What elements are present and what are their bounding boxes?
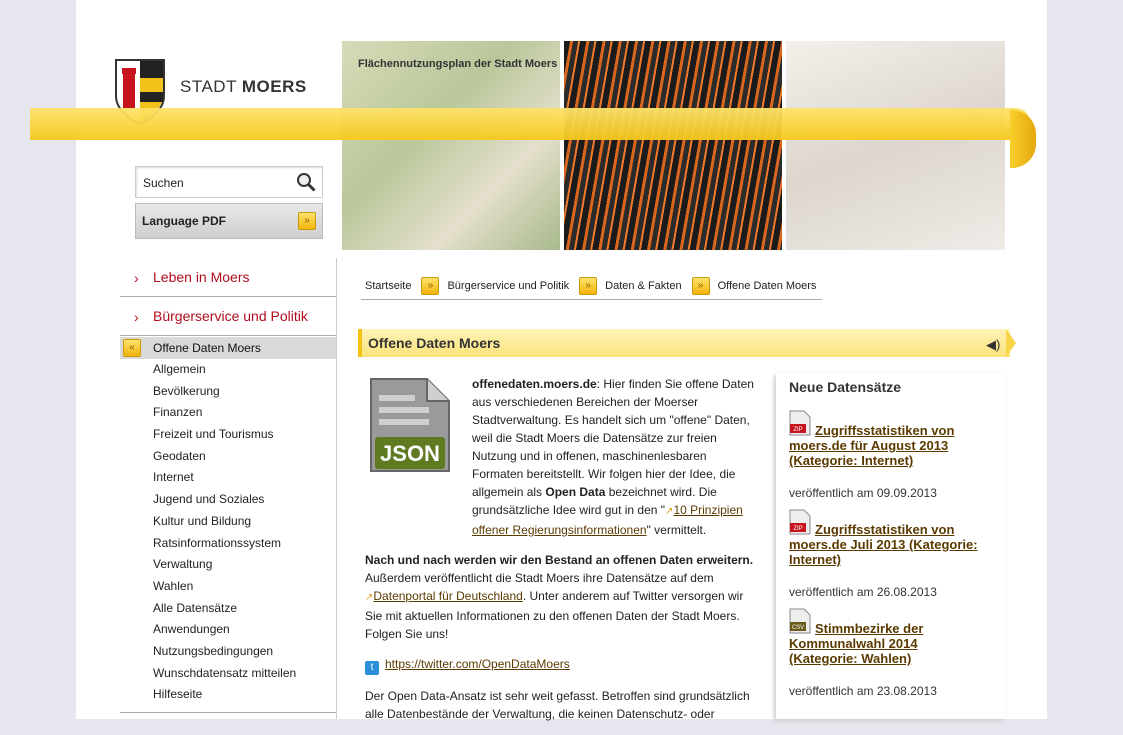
nav-divider <box>336 258 337 719</box>
intro-paragraph: offenedaten.moers.de: Hier finden Sie of… <box>365 375 755 539</box>
chevron-down-icon[interactable]: » <box>298 212 316 230</box>
land-use-map-image <box>342 41 560 250</box>
breadcrumb: Startseite » Bürgerservice und Politik »… <box>361 276 823 300</box>
paragraph-3: Der Open Data-Ansatz ist sehr weit gefas… <box>365 689 750 721</box>
dataset-title-link[interactable]: Zugriffsstatistiken von moers.de Juli 20… <box>789 522 989 567</box>
zip-label: ZIP <box>793 526 802 532</box>
chevron-down-icon[interactable]: » <box>579 277 598 295</box>
arrow-right-icon: › <box>134 270 139 286</box>
csv-file-icon: CSV <box>789 608 811 634</box>
left-navigation: › Leben in Moers › Bürgerservice und Pol… <box>120 258 336 706</box>
nav-item[interactable]: Internet <box>120 467 336 489</box>
dataset-item: CSV Stimmbezirke der Kommunalwahl 2014 (… <box>789 608 989 698</box>
search-placeholder: Suchen <box>143 176 184 190</box>
new-datasets-box: Neue Datensätze ZIP Zugriffsstatistiken … <box>776 373 1005 719</box>
nav-item[interactable]: Wahlen <box>120 576 336 598</box>
chevron-down-icon[interactable]: » <box>421 277 440 295</box>
nav-item[interactable]: Ratsinformationssystem <box>120 533 336 555</box>
speaker-icon[interactable]: ◀) <box>986 337 1000 353</box>
nav-subitems: Allgemein Bevölkerung Finanzen Freizeit … <box>120 359 336 706</box>
breadcrumb-current: Offene Daten Moers <box>717 280 817 292</box>
election-results-image <box>786 41 1005 250</box>
dataset-published: veröffentlich am 09.09.2013 <box>789 486 937 500</box>
p2-bold: Nach und nach werden wir den Bestand an … <box>365 553 754 567</box>
nav-item[interactable]: Anwendungen <box>120 619 336 641</box>
dataset-published: veröffentlich am 26.08.2013 <box>789 585 937 599</box>
p2-text: Außerdem veröffentlicht die Stadt Moers … <box>365 571 714 585</box>
nav-section-leben[interactable]: › Leben in Moers <box>120 258 336 297</box>
paragraph-2: Nach und nach werden wir den Bestand an … <box>365 551 755 643</box>
nav-item[interactable]: Bevölkerung <box>120 381 336 403</box>
nav-item[interactable]: Freizeit und Tourismus <box>120 424 336 446</box>
nav-section-label: Leben in Moers <box>153 269 250 285</box>
nav-item[interactable]: Alle Datensätze <box>120 598 336 620</box>
breadcrumb-item[interactable]: Daten & Fakten <box>601 280 687 292</box>
intro-bold-open-data: Open Data <box>545 485 606 499</box>
yellow-ribbon <box>30 108 1030 140</box>
zip-label: ZIP <box>793 427 802 433</box>
twitter-icon: t <box>365 661 379 675</box>
nav-item-offene-daten-active[interactable]: « Offene Daten Moers <box>120 337 336 359</box>
nav-item[interactable]: Jugend und Soziales <box>120 489 336 511</box>
nav-section-label: Bürgerservice und Politik <box>153 308 308 324</box>
dataset-title-link[interactable]: Stimmbezirke der Kommunalwahl 2014 (Kate… <box>789 621 989 666</box>
nav-bottom-divider <box>120 712 336 713</box>
page-title: Offene Daten Moers <box>368 335 501 351</box>
dataset-item: ZIP Zugriffsstatistiken von moers.de Jul… <box>789 509 989 599</box>
nav-item[interactable]: Finanzen <box>120 402 336 424</box>
dataset-item: ZIP Zugriffsstatistiken von moers.de für… <box>789 410 989 500</box>
header-image-strip <box>342 41 1005 250</box>
twitter-paragraph: t https://twitter.com/OpenDataMoers <box>365 655 755 675</box>
nav-section-buergerservice[interactable]: › Bürgerservice und Politik <box>120 297 336 336</box>
breadcrumb-item[interactable]: Startseite <box>361 280 417 292</box>
nav-item[interactable]: Nutzungsbedingungen <box>120 641 336 663</box>
nav-item[interactable]: Geodaten <box>120 446 336 468</box>
csv-label: CSV <box>792 625 804 631</box>
nav-item[interactable]: Verwaltung <box>120 554 336 576</box>
zip-file-icon: ZIP <box>789 509 811 535</box>
chevron-down-icon[interactable]: » <box>691 277 710 295</box>
language-pdf-select[interactable]: Language PDF » <box>135 203 323 239</box>
brand-name[interactable]: STADT MOERS <box>180 77 307 97</box>
intro-bold: offenedaten.moers.de <box>472 377 597 391</box>
zip-file-icon: ZIP <box>789 410 811 436</box>
nav-active-label: Offene Daten Moers <box>153 341 261 355</box>
language-pdf-label: Language PDF <box>142 214 227 228</box>
chevron-up-icon[interactable]: « <box>123 339 141 357</box>
new-datasets-title: Neue Datensätze <box>789 379 902 395</box>
search-icon[interactable] <box>296 172 316 192</box>
brand-prefix: STADT <box>180 77 237 96</box>
title-bar-arrow <box>1006 329 1016 357</box>
breadcrumb-item[interactable]: Bürgerservice und Politik <box>443 280 575 292</box>
dataset-title-link[interactable]: Zugriffsstatistiken von moers.de für Aug… <box>789 423 989 468</box>
hero-caption: Flächennutzungsplan der Stadt Moers <box>358 58 558 70</box>
dataset-published: veröffentlich am 23.08.2013 <box>789 684 937 698</box>
main-content: offenedaten.moers.de: Hier finden Sie of… <box>365 375 755 735</box>
nav-item[interactable]: Kultur und Bildung <box>120 511 336 533</box>
page-title-bar: Offene Daten Moers <box>358 329 1010 357</box>
brand-city: MOERS <box>241 77 307 96</box>
nav-item[interactable]: Hilfeseite <box>120 684 336 706</box>
arrow-right-icon: › <box>134 309 139 325</box>
intro-text-3: " vermittelt. <box>646 523 707 537</box>
nav-item[interactable]: Allgemein <box>120 359 336 381</box>
search-input[interactable]: Suchen <box>135 166 323 198</box>
twitter-link[interactable]: https://twitter.com/OpenDataMoers <box>385 657 570 671</box>
datenportal-link[interactable]: Datenportal für Deutschland <box>373 589 522 603</box>
nav-item[interactable]: Wunschdatensatz mitteilen <box>120 663 336 685</box>
network-cables-image <box>564 41 782 250</box>
intro-text: : Hier finden Sie offene Daten aus versc… <box>472 377 754 499</box>
